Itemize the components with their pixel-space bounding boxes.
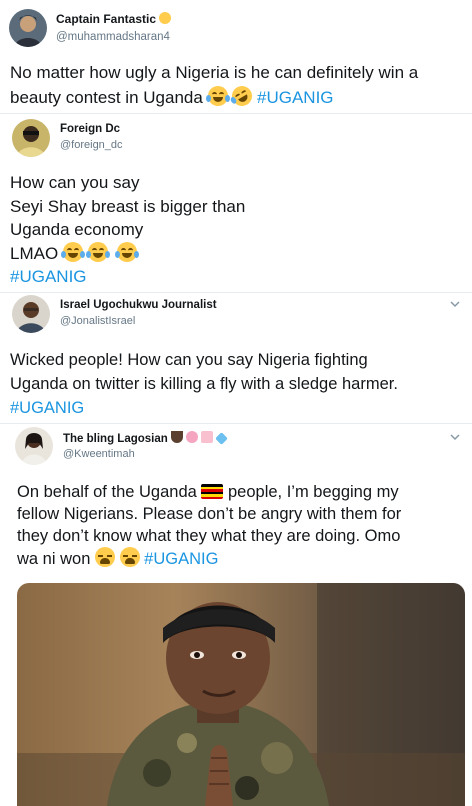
tweet-text-line: No matter how ugly a Nigeria is he can d… [10, 63, 419, 82]
username[interactable]: @foreign_dc [60, 139, 123, 151]
tweet-text-line: On behalf of the Uganda [17, 483, 197, 501]
tweet-text-line: fellow Nigerians. Please don’t be angry … [17, 505, 402, 523]
hashtag-link[interactable]: #UGANIG [257, 88, 334, 107]
username[interactable]: @JonalistIsrael [60, 315, 135, 327]
username[interactable]: @Kweentimah [63, 448, 135, 460]
uganda-flag-icon [201, 484, 224, 499]
tweet-text-line: LMAO [10, 243, 59, 263]
avatar[interactable] [12, 119, 50, 157]
tweet-photo[interactable] [17, 583, 465, 806]
face-with-tears-of-joy-icon [60, 241, 85, 262]
bowl-icon [170, 431, 183, 443]
tweet-text-line: Wicked people! How can you say Nigeria f… [10, 351, 368, 369]
chevron-down-icon[interactable] [450, 299, 460, 309]
tweet-text-line: they don’t know what they what they are … [17, 527, 401, 545]
gem-icon [214, 432, 228, 445]
hashtag-link[interactable]: #UGANIG [10, 267, 87, 286]
weary-face-icon [119, 547, 140, 567]
display-name[interactable]: Foreign Dc [60, 123, 120, 135]
tweet-text-line: wa ni won [17, 550, 91, 568]
display-name[interactable]: Captain Fantastic [56, 12, 172, 26]
tweet-1[interactable]: Captain Fantastic @muhammadsharan4 No ma… [0, 0, 472, 113]
tweet-text-line: Seyi Shay breast is bigger than [10, 196, 246, 216]
tweet-text-line: beauty contest in Uganda [10, 88, 203, 107]
avatar[interactable] [9, 9, 47, 47]
chevron-down-icon[interactable] [450, 432, 460, 442]
weary-face-icon [94, 547, 115, 567]
tweet-text: Wicked people! How can you say Nigeria f… [10, 348, 464, 420]
tweet-text-line: How can you say [10, 173, 140, 192]
tweet-text: On behalf of the Uganda people, I’m begg… [17, 481, 464, 570]
tweet-text: How can you say Seyi Shay breast is bigg… [10, 171, 464, 289]
avatar[interactable] [15, 427, 53, 465]
tweet-text-line: Uganda economy [10, 220, 144, 239]
tweet-text: No matter how ugly a Nigeria is he can d… [10, 60, 464, 110]
display-name[interactable]: The bling Lagosian [63, 431, 228, 445]
username[interactable]: @muhammadsharan4 [56, 31, 170, 43]
tweet-text-line: Uganda on twitter is killing a fly with … [10, 375, 398, 393]
tweet-3[interactable]: Israel Ugochukwu Journalist @JonalistIsr… [0, 293, 472, 423]
man-pleading-photo [17, 583, 465, 806]
birthday-cake-icon [201, 431, 214, 443]
face-with-tears-of-joy-icon [115, 241, 140, 262]
avatar[interactable] [12, 295, 50, 333]
tweet-2[interactable]: Foreign Dc @foreign_dc How can you say S… [0, 114, 472, 292]
display-name[interactable]: Israel Ugochukwu Journalist [60, 299, 217, 311]
rolling-on-floor-laughing-icon [228, 82, 256, 110]
hashtag-link[interactable]: #UGANIG [144, 550, 218, 568]
tweet-text-line: people, I’m begging my [228, 483, 399, 501]
blossom-icon [186, 431, 199, 443]
face-with-tears-of-joy-icon [85, 241, 110, 262]
relieved-face-icon [159, 12, 172, 24]
hashtag-link[interactable]: #UGANIG [10, 399, 84, 417]
face-with-tears-of-joy-icon [205, 86, 230, 106]
